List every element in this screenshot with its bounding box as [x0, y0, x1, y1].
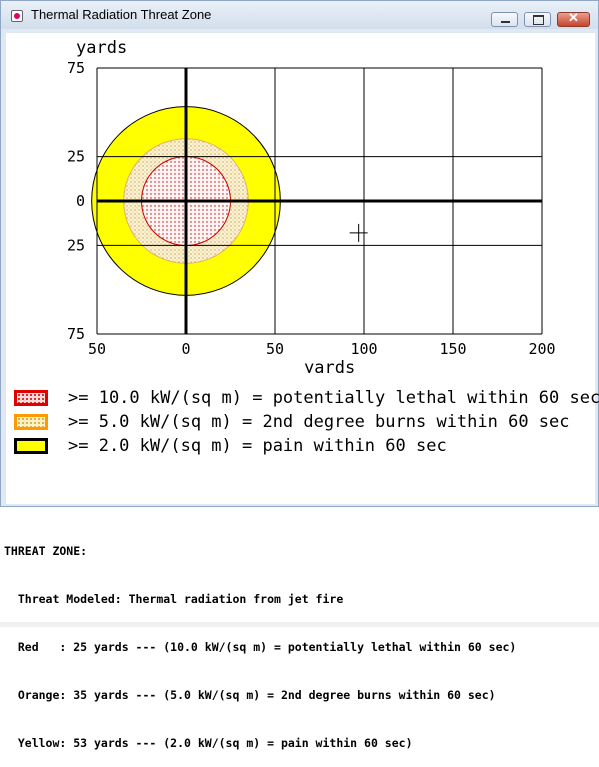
summary-yellow: Yellow: 53 yards --- (2.0 kW/(sq m) = pa… — [4, 736, 413, 750]
x-tick-label: 100 — [350, 340, 377, 358]
close-icon: ✕ — [568, 10, 579, 25]
x-tick-label: 200 — [528, 340, 555, 358]
y-tick-label: 0 — [76, 192, 85, 210]
x-tick-label: 50 — [88, 340, 106, 358]
status-strip — [0, 622, 599, 627]
window-title: Thermal Radiation Threat Zone — [31, 7, 212, 22]
minimize-button[interactable] — [491, 12, 518, 27]
threat-zone-chart: 50 0 50 100 150 200752502575yardsyards — [67, 38, 556, 373]
summary-orange: Orange: 35 yards --- (5.0 kW/(sq m) = 2n… — [4, 688, 496, 702]
legend-label: >= 10.0 kW/(sq m) = potentially lethal w… — [68, 388, 599, 408]
x-tick-label: 150 — [439, 340, 466, 358]
grid-layer — [96, 67, 543, 335]
legend-label: >= 2.0 kW/(sq m) = pain within 60 sec — [68, 436, 447, 456]
app-icon — [11, 10, 23, 22]
summary-red: Red : 25 yards --- (10.0 kW/(sq m) = pot… — [4, 640, 517, 654]
maximize-button[interactable] — [524, 12, 551, 27]
y-tick-label: 25 — [67, 148, 85, 166]
x-tick-label: 50 — [266, 340, 284, 358]
minimize-icon — [501, 21, 510, 23]
threat-zone-window: Thermal Radiation Threat Zone ✕ 50 0 50 … — [0, 0, 599, 507]
x-axis-label: yards — [304, 358, 355, 373]
y-tick-label: 25 — [67, 236, 85, 254]
legend-swatch — [14, 414, 48, 430]
x-tick-label: 0 — [181, 340, 190, 358]
plot-area: 50 0 50 100 150 200 75 25 0 25 75 yards yards >= 10.… — [6, 33, 599, 504]
y-tick-label: 75 — [67, 59, 85, 77]
legend-swatch — [14, 390, 48, 406]
y-tick-label: 75 — [67, 325, 85, 343]
threat-zone-summary: THREAT ZONE: Threat Modeled: Thermal rad… — [4, 511, 516, 767]
summary-heading: THREAT ZONE: — [4, 544, 88, 558]
maximize-icon — [533, 15, 544, 25]
title-bar[interactable]: Thermal Radiation Threat Zone ✕ — [1, 1, 598, 29]
legend-swatch — [14, 438, 48, 454]
y-axis-label: yards — [76, 38, 127, 58]
close-button[interactable]: ✕ — [557, 10, 590, 27]
summary-model: Threat Modeled: Thermal radiation from j… — [4, 592, 344, 606]
legend-label: >= 5.0 kW/(sq m) = 2nd degree burns with… — [68, 412, 570, 432]
